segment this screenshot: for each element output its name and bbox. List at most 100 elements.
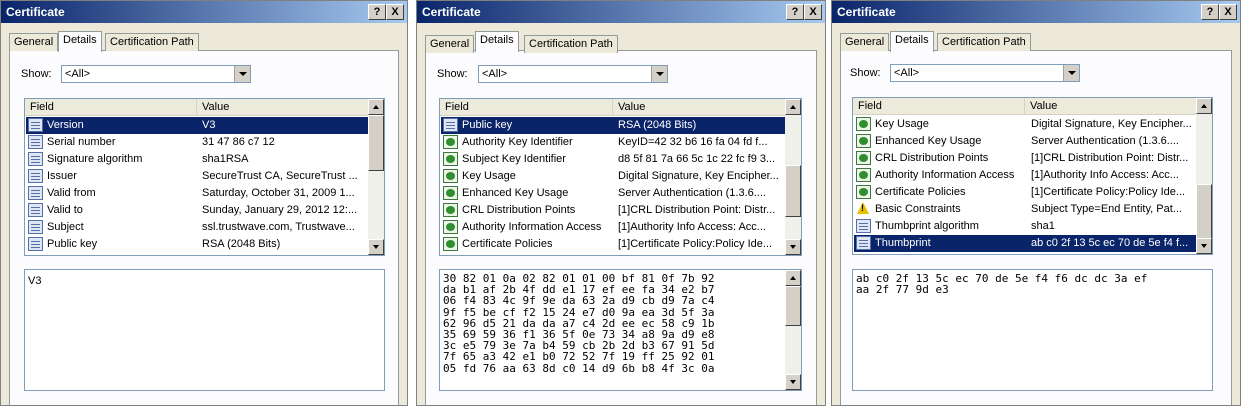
tab-details[interactable]: Details: [58, 31, 102, 52]
scroll-thumb[interactable]: [1196, 184, 1212, 240]
tab-general[interactable]: General: [840, 33, 890, 51]
tab-general[interactable]: General: [9, 33, 59, 51]
scroll-down-icon[interactable]: [1196, 238, 1212, 254]
extension-icon: [856, 168, 871, 182]
list-row[interactable]: Thumbprint ab c0 2f 13 5c ec 70 de 5e f4 …: [854, 235, 1196, 252]
field-value: RSA (2048 Bits): [618, 119, 697, 131]
list-row[interactable]: Signature algorithm sha1RSA: [26, 151, 368, 168]
close-icon[interactable]: X: [1219, 4, 1237, 20]
list-row[interactable]: CRL Distribution Points [1]CRL Distributi…: [441, 202, 785, 219]
list-row[interactable]: Basic Constraints Subject Type=End Entity…: [854, 201, 1196, 218]
list-row[interactable]: Issuer SecureTrust CA, SecureTrust ...: [26, 168, 368, 185]
list-row[interactable]: Enhanced Key Usage Server Authentication …: [441, 185, 785, 202]
field-icon: [28, 135, 43, 149]
list-row[interactable]: Valid from Saturday, October 31, 2009 1..…: [26, 185, 368, 202]
field-value: Digital Signature, Key Encipher...: [618, 170, 779, 182]
tab-general[interactable]: General: [425, 35, 475, 53]
scroll-down-icon[interactable]: [368, 239, 384, 255]
extension-icon: [443, 237, 458, 251]
list-row[interactable]: Serial number 31 47 86 c7 12: [26, 134, 368, 151]
field-value: [1]CRL Distribution Point: Distr...: [1031, 152, 1189, 164]
chevron-down-icon[interactable]: [234, 66, 250, 82]
column-header-value[interactable]: Value: [1025, 98, 1197, 114]
field-icon: [28, 203, 43, 217]
field-value: ssl.trustwave.com, Trustwave...: [202, 221, 355, 233]
column-header-field[interactable]: Field: [440, 99, 613, 115]
extension-icon: [856, 117, 871, 131]
scroll-down-icon[interactable]: [785, 239, 801, 255]
list-row[interactable]: Subject ssl.trustwave.com, Trustwave...: [26, 219, 368, 236]
field-value: [1]Certificate Policy:Policy Ide...: [618, 238, 773, 250]
field-icon: [443, 118, 458, 132]
scroll-up-icon[interactable]: [785, 270, 801, 286]
help-icon[interactable]: ?: [368, 4, 386, 20]
list-header: Field Value: [440, 99, 786, 116]
list-row[interactable]: Key Usage Digital Signature, Key Encipher…: [854, 116, 1196, 133]
show-label: Show:: [437, 68, 468, 80]
field-list[interactable]: Field Value Key Usage Digital Signature, …: [852, 97, 1213, 255]
tab-details[interactable]: Details: [475, 31, 519, 52]
column-header-field[interactable]: Field: [853, 98, 1025, 114]
close-icon[interactable]: X: [804, 4, 822, 20]
list-header: Field Value: [853, 98, 1197, 115]
help-icon[interactable]: ?: [1201, 4, 1219, 20]
field-name: Authority Information Access: [875, 169, 1015, 181]
field-icon: [28, 186, 43, 200]
field-name: Enhanced Key Usage: [875, 135, 982, 147]
list-row[interactable]: Public key RSA (2048 Bits): [441, 117, 785, 134]
tab-certification-path[interactable]: Certification Path: [937, 33, 1031, 51]
tab-certification-path[interactable]: Certification Path: [524, 35, 618, 53]
title-bar: Certificate ? X: [1, 1, 407, 23]
column-header-field[interactable]: Field: [25, 99, 197, 115]
certificate-dialog-2: Certificate ? X General Details Certific…: [416, 0, 826, 406]
vertical-scrollbar[interactable]: [1196, 98, 1212, 254]
scroll-thumb[interactable]: [368, 115, 384, 171]
list-row[interactable]: Certificate Policies [1]Certificate Polic…: [854, 184, 1196, 201]
show-label: Show:: [850, 67, 881, 79]
tab-certification-path[interactable]: Certification Path: [105, 33, 199, 51]
show-dropdown[interactable]: <All>: [61, 65, 251, 83]
field-name: Issuer: [47, 170, 77, 182]
list-row[interactable]: Enhanced Key Usage Server Authentication …: [854, 133, 1196, 150]
value-detail-box[interactable]: ab c0 2f 13 5c ec 70 de 5e f4 f6 dc dc 3…: [852, 269, 1213, 391]
warning-icon: [856, 202, 871, 216]
list-row[interactable]: CRL Distribution Points [1]CRL Distributi…: [854, 150, 1196, 167]
value-detail-box[interactable]: 30 82 01 0a 02 82 01 01 00 bf 81 0f 7b 9…: [439, 269, 802, 391]
scroll-up-icon[interactable]: [368, 99, 384, 115]
scroll-up-icon[interactable]: [1196, 98, 1212, 114]
list-row[interactable]: Valid to Sunday, January 29, 2012 12:...: [26, 202, 368, 219]
list-row[interactable]: Authority Information Access [1]Authority…: [854, 167, 1196, 184]
help-icon[interactable]: ?: [786, 4, 804, 20]
field-list[interactable]: Field Value Version V3 Serial number 31 47 …: [24, 98, 385, 256]
scroll-down-icon[interactable]: [785, 374, 801, 390]
column-header-value[interactable]: Value: [197, 99, 369, 115]
list-row[interactable]: Thumbprint algorithm sha1: [854, 218, 1196, 235]
field-name: Authority Key Identifier: [462, 136, 573, 148]
vertical-scrollbar[interactable]: [785, 99, 801, 255]
show-dropdown[interactable]: <All>: [478, 65, 668, 83]
list-row[interactable]: Authority Key Identifier KeyID=42 32 b6 1…: [441, 134, 785, 151]
field-value: [1]Certificate Policy:Policy Ide...: [1031, 186, 1186, 198]
value-detail-box[interactable]: V3: [24, 269, 385, 391]
field-name: Basic Constraints: [875, 203, 961, 215]
scroll-thumb[interactable]: [785, 165, 801, 217]
list-row[interactable]: Certificate Policies [1]Certificate Polic…: [441, 236, 785, 253]
chevron-down-icon[interactable]: [651, 66, 667, 82]
tab-details[interactable]: Details: [890, 31, 934, 52]
list-row[interactable]: Version V3: [26, 117, 368, 134]
detail-scrollbar[interactable]: [785, 270, 801, 390]
field-list[interactable]: Field Value Public key RSA (2048 Bits) Aut…: [439, 98, 802, 256]
chevron-down-icon[interactable]: [1063, 65, 1079, 81]
field-value: [1]CRL Distribution Point: Distr...: [618, 204, 776, 216]
vertical-scrollbar[interactable]: [368, 99, 384, 255]
scroll-thumb[interactable]: [785, 286, 801, 326]
scroll-up-icon[interactable]: [785, 99, 801, 115]
list-row[interactable]: Key Usage Digital Signature, Key Encipher…: [441, 168, 785, 185]
field-icon: [28, 152, 43, 166]
list-row[interactable]: Authority Information Access [1]Authority…: [441, 219, 785, 236]
list-row[interactable]: Public key RSA (2048 Bits): [26, 236, 368, 253]
close-icon[interactable]: X: [386, 4, 404, 20]
column-header-value[interactable]: Value: [613, 99, 786, 115]
show-dropdown[interactable]: <All>: [890, 64, 1080, 82]
list-row[interactable]: Subject Key Identifier d8 5f 81 7a 66 5c …: [441, 151, 785, 168]
